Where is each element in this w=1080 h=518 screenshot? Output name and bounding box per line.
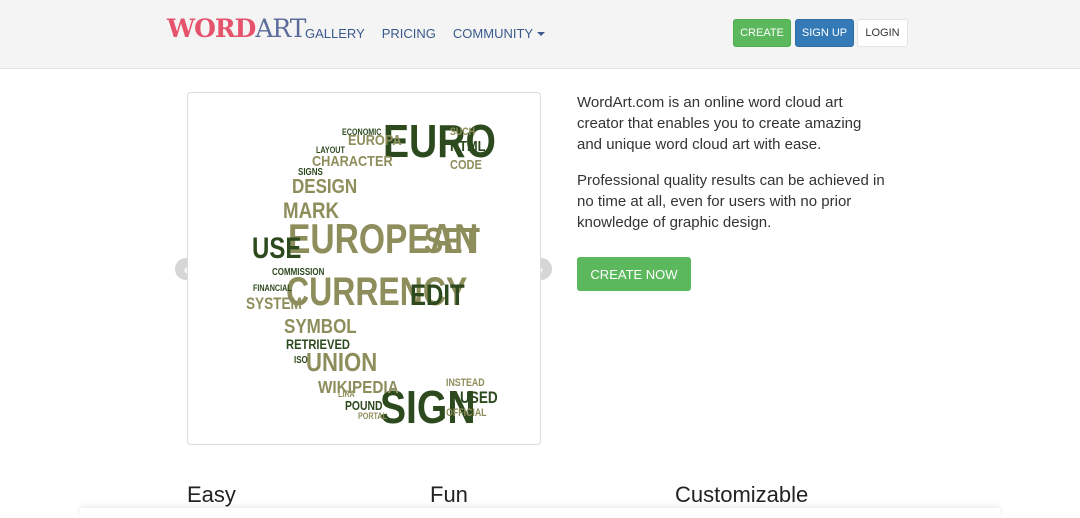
header: WORDART GALLERY PRICING COMMUNITY CREATE… — [0, 0, 1080, 69]
feature-title-easy: Easy — [187, 482, 236, 507]
wordcloud-word: HTML — [450, 137, 486, 154]
wordart-logo[interactable]: WORDART — [167, 14, 306, 54]
login-button[interactable]: LOGIN — [857, 19, 908, 47]
nav-community[interactable]: COMMUNITY — [452, 26, 546, 41]
wordcloud-word: UNION — [306, 348, 377, 377]
chevron-down-icon — [537, 31, 546, 36]
wordcloud-carousel[interactable]: EURO EUROPEAN USE SET CURRENCY EDIT SIGN UNION W… — [187, 92, 541, 445]
wordcloud-word: FINANCIAL — [253, 283, 292, 293]
wordcloud-word: SET — [424, 220, 480, 261]
feature-title-customizable: Customizable — [675, 482, 809, 507]
wordcloud-word: USED — [460, 389, 498, 408]
create-now-button[interactable]: CREATE NOW — [577, 257, 691, 291]
nav-community-label: COMMUNITY — [452, 26, 534, 41]
section-divider — [80, 508, 1000, 518]
wordcloud-word: LIRA — [338, 389, 355, 399]
wordcloud-word: EDIT — [410, 277, 465, 311]
sign-up-button[interactable]: SIGN UP — [795, 19, 854, 47]
logo-part-word[interactable]: WORD — [167, 14, 256, 43]
wordcloud-word: SYMBOL — [284, 315, 357, 338]
wordcloud-word: LAYOUT — [316, 145, 345, 155]
wordcloud-word: COMMISSION — [272, 266, 324, 277]
wordcloud-word: CODE — [450, 157, 482, 172]
wordcloud-word: SIGNS — [298, 166, 323, 177]
euro-wordcloud-image: EUROEUROPEANUSE SETCURRENCYEDITSIGNUNIONW… — [246, 116, 498, 434]
logo-part-art[interactable]: ART — [255, 14, 306, 43]
wordcloud-word: SYSTEM — [246, 295, 302, 314]
wordcloud-word: ECONOMIC — [342, 127, 382, 137]
wordcloud-word: WIKIPEDIA — [318, 377, 399, 397]
main-nav: GALLERY PRICING COMMUNITY — [305, 26, 562, 41]
wordcloud-word: USE — [252, 230, 301, 264]
nav-gallery[interactable]: GALLERY — [305, 26, 365, 41]
wordcloud-word: INSTEAD — [446, 377, 485, 389]
wordcloud-word: MARK — [283, 200, 339, 224]
nav-pricing[interactable]: PRICING — [382, 26, 436, 41]
wordcloud-word: DESIGN — [292, 175, 357, 198]
wordcloud-word: ISO — [294, 354, 308, 365]
feature-title-fun: Fun — [430, 482, 468, 507]
wordcloud-word: RETRIEVED — [286, 337, 350, 352]
create-button[interactable]: CREATE — [733, 19, 791, 47]
wordcloud-word: SUCH — [450, 126, 475, 138]
description-paragraph-1: WordArt.com is an online word cloud art … — [577, 94, 862, 153]
wordcloud-word: PORTAL — [358, 411, 387, 421]
description-paragraph-2: Professional quality results can be achi… — [577, 172, 885, 231]
description-block: WordArt.com is an online word cloud art … — [577, 92, 887, 248]
wordcloud-word: OFFICIAL — [446, 407, 487, 419]
